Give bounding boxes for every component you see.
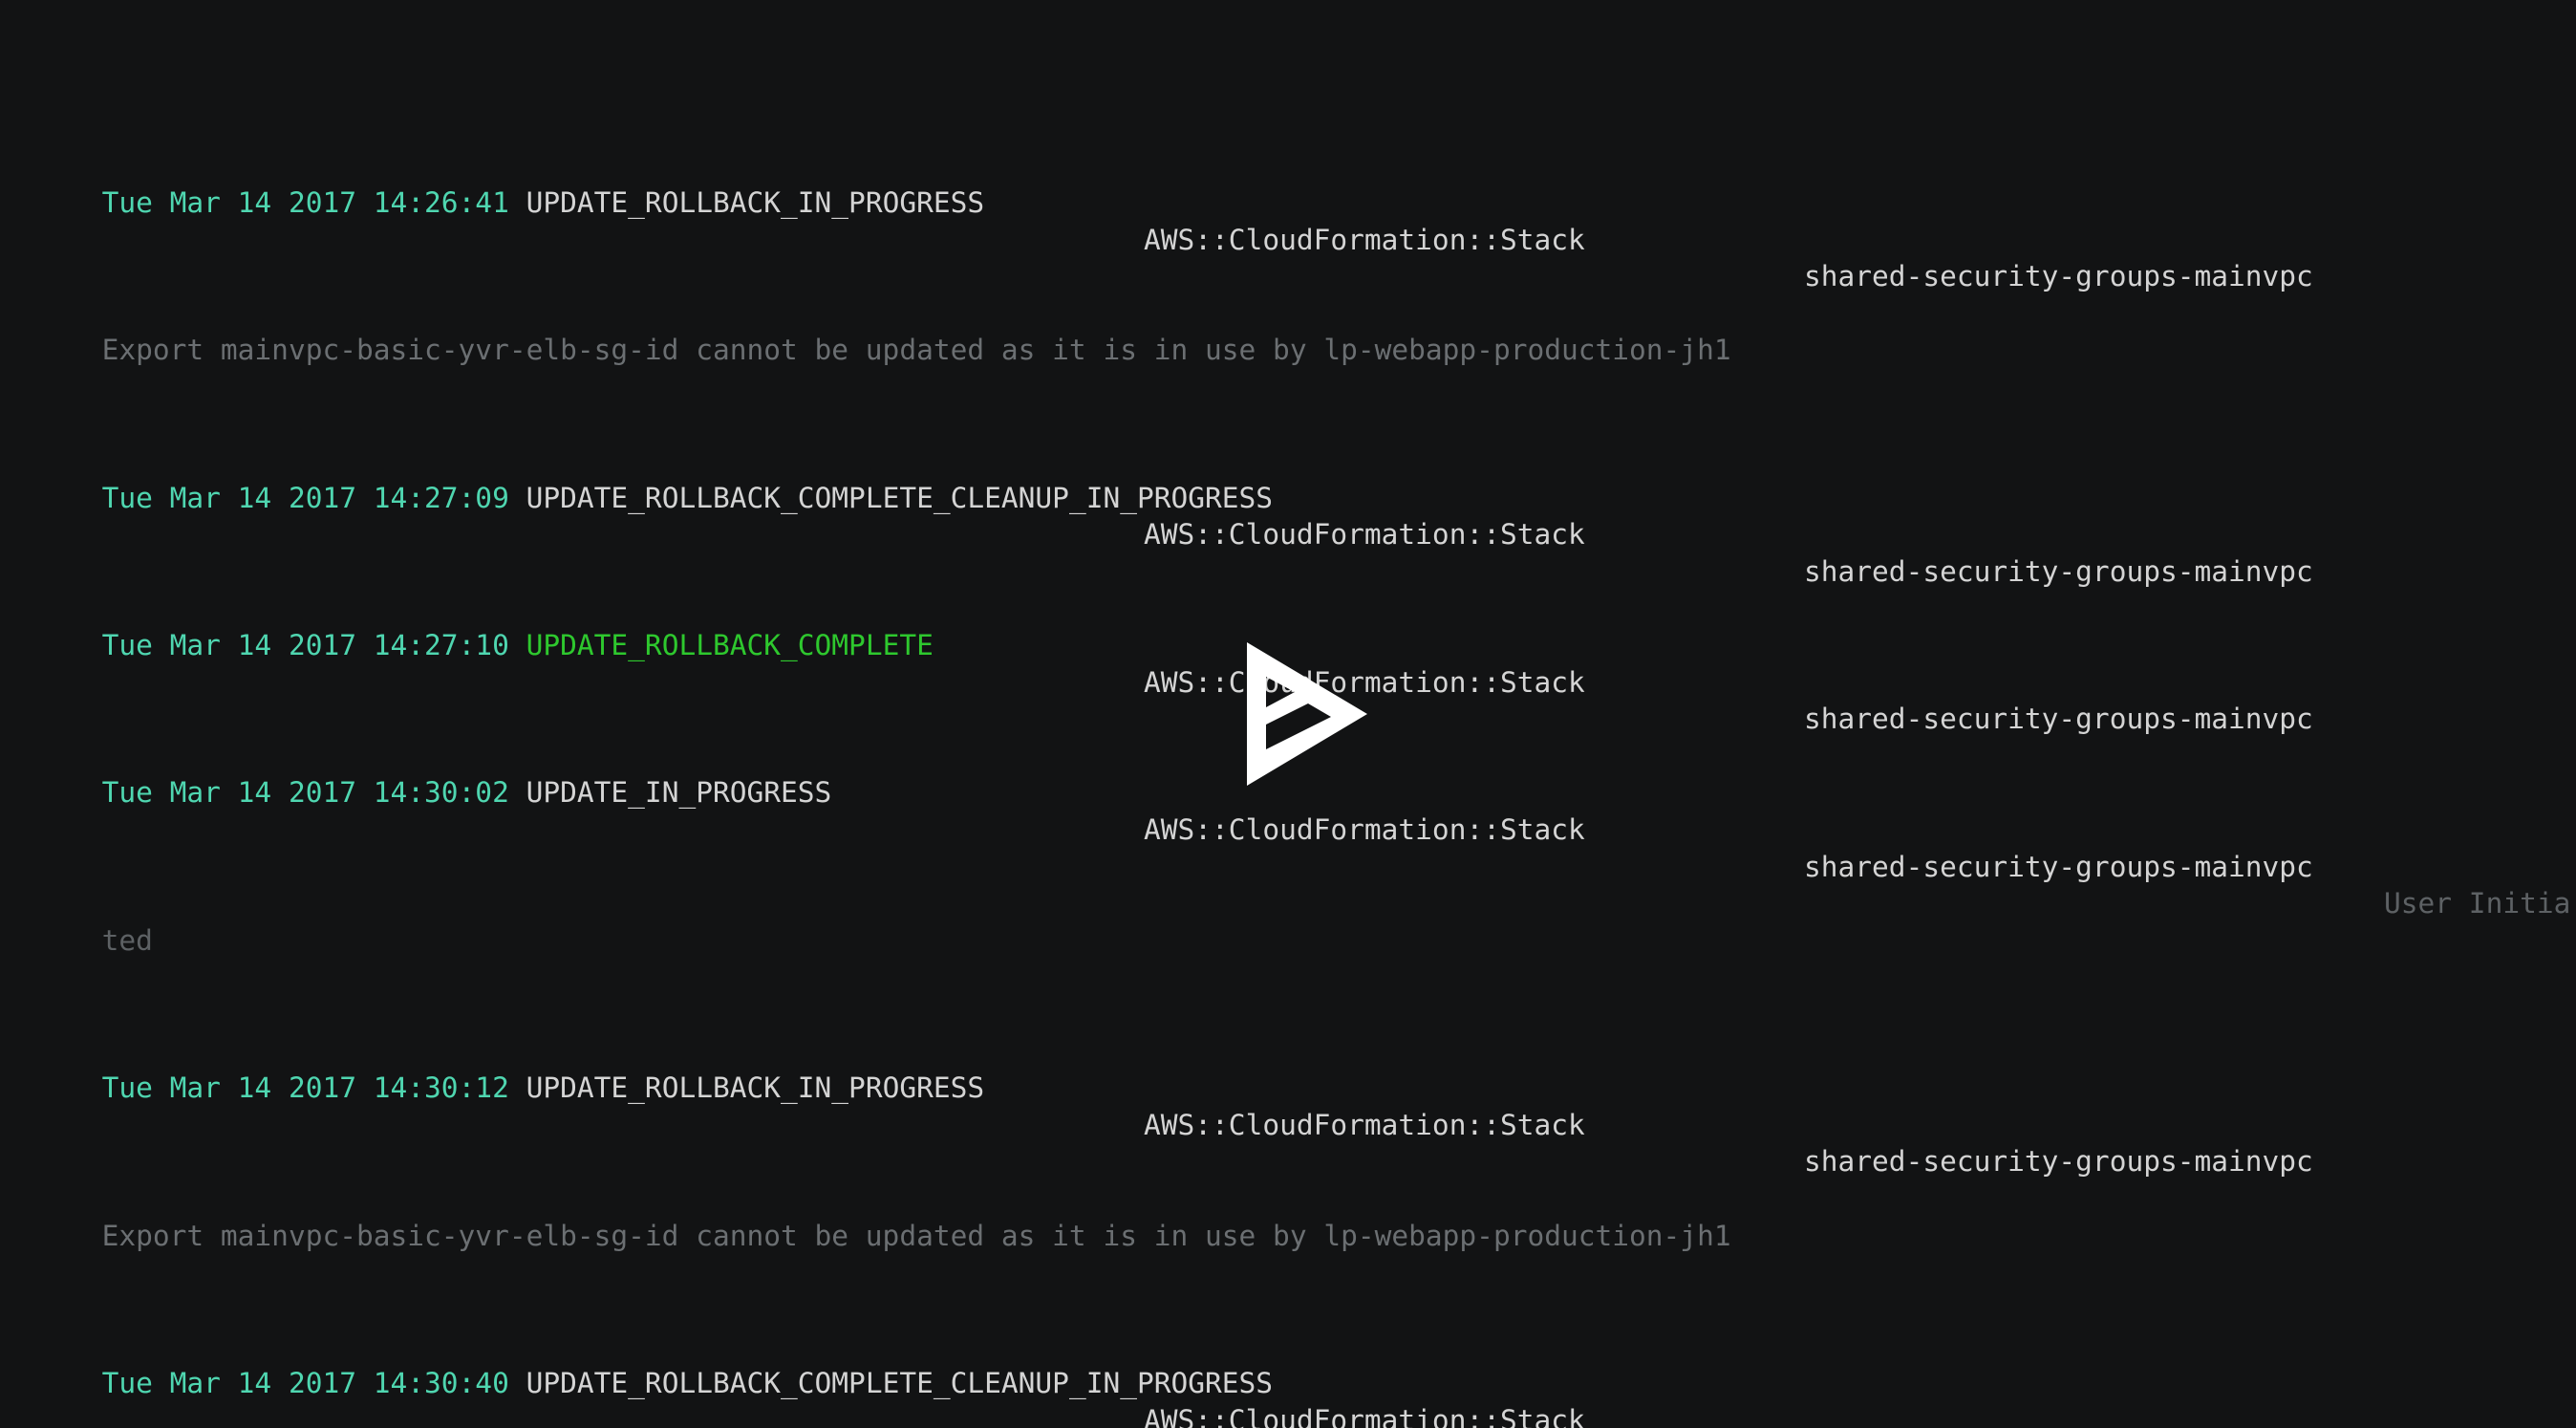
play-button[interactable]: [1245, 642, 1367, 786]
event-reason-wrap-row: ted: [0, 885, 2576, 957]
asciinema-play-logo-icon: [1247, 642, 1367, 786]
event-status: UPDATE_ROLLBACK_COMPLETE_CLEANUP_IN_PROG…: [526, 1366, 1274, 1399]
event-row: Tue Mar 14 2017 14:30:40 UPDATE_ROLLBACK…: [0, 1328, 2576, 1428]
event-timestamp: Tue Mar 14 2017 14:30:02: [101, 776, 509, 810]
event-resource-type: AWS::CloudFormation::Stack: [1144, 223, 1585, 256]
terminal-window[interactable]: Tue Mar 14 2017 14:26:41 UPDATE_ROLLBACK…: [0, 0, 2576, 1428]
event-logical-id: shared-security-groups-mainvpc: [1804, 260, 2313, 293]
event-timestamp: Tue Mar 14 2017 14:27:09: [101, 481, 509, 514]
event-status: UPDATE_ROLLBACK_COMPLETE: [526, 629, 934, 662]
event-logical-id: shared-security-groups-mainvpc: [1804, 1145, 2313, 1179]
event-timestamp: Tue Mar 14 2017 14:27:10: [101, 629, 509, 662]
event-row: Tue Mar 14 2017 14:26:41 UPDATE_ROLLBACK…: [0, 147, 2576, 292]
event-row: Tue Mar 14 2017 14:30:12 UPDATE_ROLLBACK…: [0, 1033, 2576, 1178]
event-resource-type: AWS::CloudFormation::Stack: [1144, 1403, 1585, 1428]
event-timestamp: Tue Mar 14 2017 14:26:41: [101, 185, 509, 219]
event-row: Tue Mar 14 2017 14:27:10 UPDATE_ROLLBACK…: [0, 591, 2576, 735]
event-status: UPDATE_IN_PROGRESS: [526, 776, 832, 810]
event-logical-id: shared-security-groups-mainvpc: [1804, 554, 2313, 588]
event-detail-text: Export mainvpc-basic-yvr-elb-sg-id canno…: [101, 1219, 1731, 1252]
event-resource-type: AWS::CloudFormation::Stack: [1144, 518, 1585, 552]
event-reason-wrap: ted: [101, 923, 153, 957]
event-logical-id: shared-security-groups-mainvpc: [1804, 850, 2313, 883]
event-detail-row: Export mainvpc-basic-yvr-elb-sg-id canno…: [0, 1180, 2576, 1252]
event-detail-row: Export mainvpc-basic-yvr-elb-sg-id canno…: [0, 295, 2576, 366]
event-status: UPDATE_ROLLBACK_IN_PROGRESS: [526, 1071, 985, 1105]
event-detail-text: Export mainvpc-basic-yvr-elb-sg-id canno…: [101, 334, 1731, 367]
event-logical-id: shared-security-groups-mainvpc: [1804, 703, 2313, 736]
event-status: UPDATE_ROLLBACK_IN_PROGRESS: [526, 185, 985, 219]
event-timestamp: Tue Mar 14 2017 14:30:40: [101, 1366, 509, 1399]
event-row: Tue Mar 14 2017 14:27:09 UPDATE_ROLLBACK…: [0, 443, 2576, 588]
event-status: UPDATE_ROLLBACK_COMPLETE_CLEANUP_IN_PROG…: [526, 481, 1274, 514]
event-timestamp: Tue Mar 14 2017 14:30:12: [101, 1071, 509, 1105]
event-resource-type: AWS::CloudFormation::Stack: [1144, 813, 1585, 847]
event-resource-type: AWS::CloudFormation::Stack: [1144, 1108, 1585, 1141]
